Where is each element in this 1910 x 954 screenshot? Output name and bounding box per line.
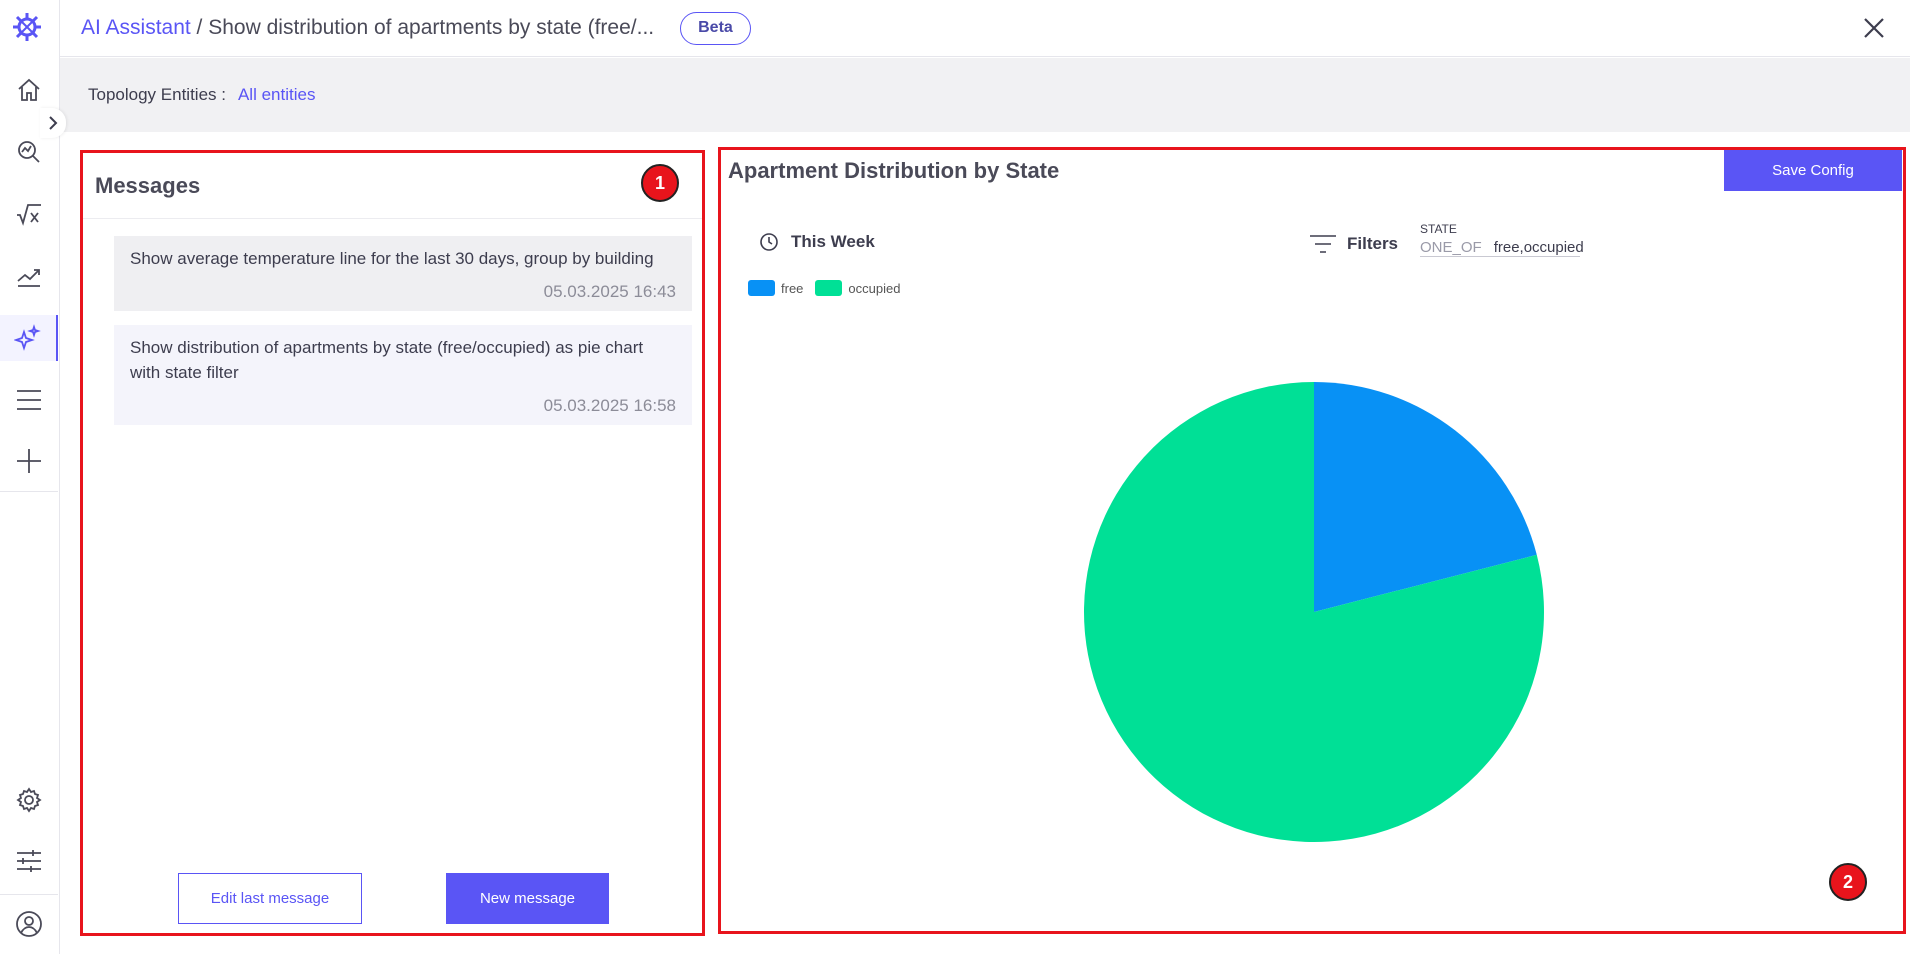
time-range-selector[interactable]: This Week [759,232,875,252]
settings-icon [16,787,42,813]
legend-label: occupied [848,280,901,296]
chart-panel: Apartment Distribution by State Save Con… [718,147,1906,934]
chart-title: Apartment Distribution by State [728,158,1060,183]
chevron-right-icon [49,116,58,130]
plus-icon [17,449,41,473]
nav-preferences[interactable] [0,838,58,884]
time-range-label: This Week [791,232,875,251]
nav-settings[interactable] [0,777,58,823]
nav-menu[interactable] [0,377,58,423]
user-icon [16,911,42,937]
formula-icon [17,204,41,226]
nav-profile[interactable] [0,901,58,947]
annotation-badge-2: 2 [1829,863,1867,901]
close-icon[interactable] [1860,14,1888,42]
trend-icon [17,269,40,287]
topology-entities-label: Topology Entities : [88,85,226,104]
nav-formulas[interactable] [0,191,58,237]
state-filter-value: free,occupied [1493,239,1584,256]
page-header: AI Assistant / Show distribution of apar… [60,0,1910,57]
nav-ai-assistant[interactable] [0,315,58,361]
save-config-button[interactable]: Save Config [1724,150,1902,191]
expand-sidebar-button[interactable] [40,108,66,138]
nav-analytics[interactable] [0,253,58,299]
rail-divider [0,491,58,492]
legend-swatch [748,280,775,296]
messages-panel: Messages 1 Show average temperature line… [80,150,705,936]
breadcrumb-ai-assistant[interactable]: AI Assistant [81,16,191,39]
pie-chart [1084,382,1544,842]
message-timestamp: 05.03.2025 16:43 [543,282,676,301]
messages-title: Messages [95,172,201,198]
state-filter-key: STATE [1420,222,1457,236]
filter-icon [1310,235,1336,253]
legend-label: free [781,280,804,296]
chart-legend: free occupied [748,280,912,296]
clock-icon [760,233,778,251]
menu-icon [17,390,41,410]
message-item[interactable]: Show average temperature line for the la… [114,236,692,311]
state-filter[interactable]: STATE ONE_OF free,occupied [1420,222,1584,257]
message-text: Show average temperature line for the la… [130,249,654,268]
search-chart-icon [18,141,40,163]
filters-button[interactable]: Filters [1309,232,1398,256]
state-filter-operator: ONE_OF [1420,239,1482,256]
edit-last-message-button[interactable]: Edit last message [178,873,362,924]
message-timestamp: 05.03.2025 16:58 [543,396,676,415]
page-title: Show distribution of apartments by state… [208,16,655,39]
legend-item-free[interactable]: free [748,280,803,296]
filters-label: Filters [1347,234,1399,253]
sliders-icon [17,850,41,872]
home-icon [18,78,40,101]
legend-item-occupied[interactable]: occupied [815,280,900,296]
beta-badge: Beta [680,11,751,45]
nav-add[interactable] [0,438,58,484]
breadcrumb-separator: / [190,16,209,39]
topology-entities-selector[interactable]: All entities [238,85,315,105]
legend-swatch [815,280,843,296]
nav-home[interactable] [0,67,58,113]
message-text: Show distribution of apartments by state… [130,338,644,382]
rail-divider-bottom [0,894,58,895]
annotation-badge-1: 1 [641,164,679,202]
messages-header: Messages [83,153,702,219]
breadcrumb: AI Assistant / Show distribution of apar… [81,16,654,40]
new-message-button[interactable]: New message [446,873,609,924]
side-navigation [0,0,60,954]
logo-icon[interactable] [10,10,44,44]
topology-filter-bar: Topology Entities : All entities [60,58,1910,132]
message-item[interactable]: Show distribution of apartments by state… [114,325,692,425]
ai-sparkle-icon [14,324,41,351]
